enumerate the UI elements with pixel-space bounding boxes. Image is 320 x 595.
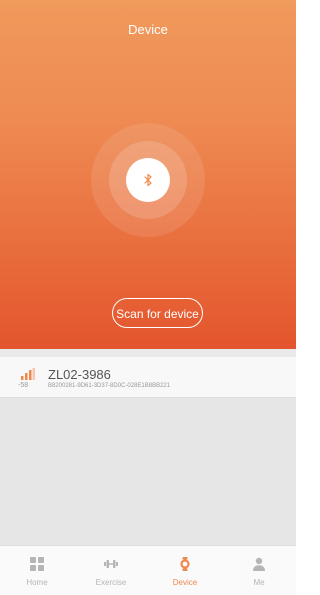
page-title: Device	[128, 22, 168, 37]
dumbbell-icon	[104, 560, 118, 568]
tab-me-label: Me	[253, 578, 265, 587]
tab-home[interactable]: Home	[0, 546, 74, 595]
signal-strength-value: -58	[18, 382, 29, 389]
device-list-item[interactable]: -58 ZL02-3986 B8200281-9D61-3D37-8D0C-02…	[0, 357, 296, 398]
tab-me[interactable]: Me	[222, 546, 296, 595]
signal-strength-icon	[21, 368, 35, 380]
bluetooth-scan-indicator[interactable]	[126, 158, 170, 202]
tab-device-label: Device	[172, 578, 198, 587]
divider	[0, 349, 296, 357]
tab-exercise-label: Exercise	[95, 578, 127, 587]
bluetooth-icon	[144, 173, 152, 187]
device-name: ZL02-3986	[48, 367, 111, 382]
tab-exercise[interactable]: Exercise	[74, 546, 148, 595]
scan-panel: Device Scan for device	[0, 0, 296, 349]
person-icon	[253, 557, 265, 571]
tab-device[interactable]: Device	[148, 546, 222, 595]
grid-icon	[30, 557, 44, 571]
app-screen: Device Scan for device -58 ZL02-3986 B82…	[0, 0, 296, 595]
tab-home-label: Home	[26, 578, 48, 587]
bottom-tab-bar: Home Exercise Device Me	[0, 545, 296, 595]
watch-icon	[180, 557, 190, 571]
scan-for-device-button[interactable]: Scan for device	[112, 298, 203, 328]
device-uuid: B8200281-9D61-3D37-8D0C-028E1B8BB221	[48, 383, 171, 389]
